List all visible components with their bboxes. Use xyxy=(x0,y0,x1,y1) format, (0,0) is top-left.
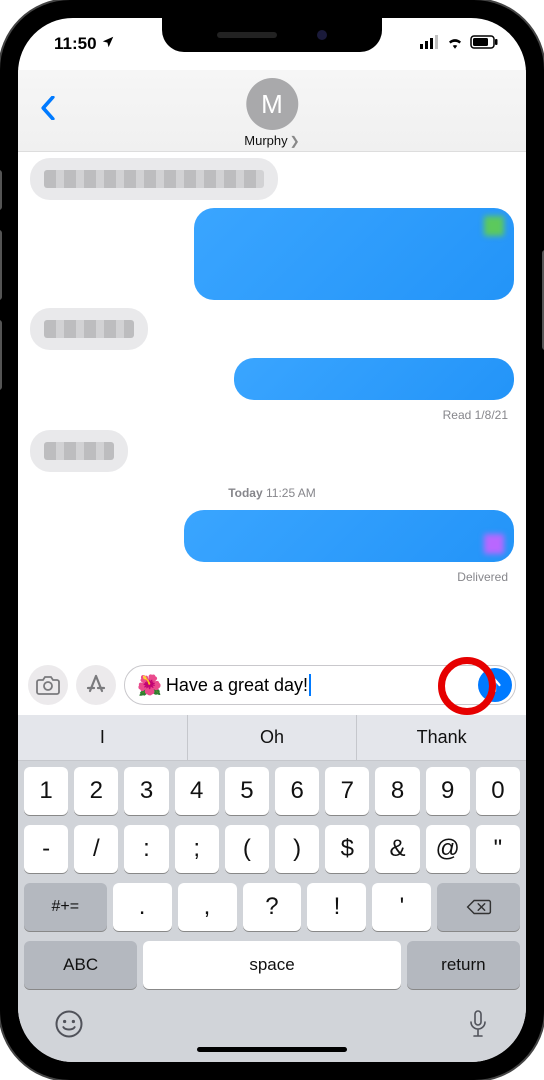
composer-emoji: 🌺 xyxy=(137,673,162,698)
key-8[interactable]: 8 xyxy=(375,767,419,815)
front-camera xyxy=(317,30,327,40)
app-store-icon xyxy=(84,673,108,697)
suggestion-2[interactable]: Oh xyxy=(188,715,358,760)
received-bubble[interactable] xyxy=(30,430,128,472)
volume-down-button xyxy=(0,320,2,390)
key-4[interactable]: 4 xyxy=(175,767,219,815)
key-dollar[interactable]: $ xyxy=(325,825,369,873)
key-rows: 1 2 3 4 5 6 7 8 9 0 - / : ; ( ) xyxy=(18,761,526,995)
clock: 11:50 xyxy=(54,34,97,54)
key-5[interactable]: 5 xyxy=(225,767,269,815)
key-quote[interactable]: " xyxy=(476,825,520,873)
message-input[interactable]: 🌺 Have a great day! xyxy=(124,665,516,705)
sent-bubble[interactable] xyxy=(234,358,514,400)
wifi-icon xyxy=(446,34,464,54)
key-abc[interactable]: ABC xyxy=(24,941,137,989)
key-2[interactable]: 2 xyxy=(74,767,118,815)
key-colon[interactable]: : xyxy=(124,825,168,873)
key-6[interactable]: 6 xyxy=(275,767,319,815)
key-return[interactable]: return xyxy=(407,941,520,989)
key-row-2: - / : ; ( ) $ & @ " xyxy=(24,825,520,873)
home-indicator[interactable] xyxy=(197,1047,347,1052)
suggestion-3[interactable]: Thank xyxy=(357,715,526,760)
volume-up-button xyxy=(0,230,2,300)
time-divider: Today 11:25 AM xyxy=(228,486,316,500)
key-amp[interactable]: & xyxy=(375,825,419,873)
send-button[interactable] xyxy=(478,668,512,702)
key-rparen[interactable]: ) xyxy=(275,825,319,873)
delivered-receipt: Delivered xyxy=(457,570,514,584)
key-semicolon[interactable]: ; xyxy=(175,825,219,873)
key-comma[interactable]: , xyxy=(178,883,237,931)
key-lparen[interactable]: ( xyxy=(225,825,269,873)
key-space[interactable]: space xyxy=(143,941,400,989)
notch xyxy=(162,18,382,52)
chevron-right-icon: ❯ xyxy=(290,134,300,148)
sent-bubble[interactable] xyxy=(184,510,514,562)
screen: 11:50 xyxy=(18,18,526,1062)
key-row-4: ABC space return xyxy=(24,941,520,989)
key-9[interactable]: 9 xyxy=(426,767,470,815)
keyboard: I Oh Thank 1 2 3 4 5 6 7 8 9 0 - xyxy=(18,715,526,1062)
speaker-grille xyxy=(217,32,277,38)
read-receipt: Read 1/8/21 xyxy=(443,408,514,422)
key-question[interactable]: ? xyxy=(243,883,302,931)
key-1[interactable]: 1 xyxy=(24,767,68,815)
arrow-up-icon xyxy=(486,676,504,694)
camera-button[interactable] xyxy=(28,665,68,705)
message-list[interactable]: Read 1/8/21 Today 11:25 AM Delivered xyxy=(18,152,526,657)
text-cursor xyxy=(309,674,311,696)
contact-name: Murphy xyxy=(244,133,287,148)
key-dash[interactable]: - xyxy=(24,825,68,873)
back-button[interactable] xyxy=(30,90,66,132)
divider-day: Today xyxy=(228,486,262,500)
key-0[interactable]: 0 xyxy=(476,767,520,815)
key-symbols[interactable]: #+= xyxy=(24,883,107,931)
nav-header: M Murphy ❯ xyxy=(18,70,526,152)
contact-header[interactable]: M Murphy ❯ xyxy=(244,78,299,148)
cellular-icon xyxy=(420,34,440,54)
sent-bubble[interactable] xyxy=(194,208,514,300)
key-row-3: #+= . , ? ! ' xyxy=(24,883,520,931)
camera-icon xyxy=(36,675,60,695)
status-right xyxy=(420,34,498,54)
received-bubble[interactable] xyxy=(30,158,278,200)
key-apostrophe[interactable]: ' xyxy=(372,883,431,931)
key-7[interactable]: 7 xyxy=(325,767,369,815)
key-exclaim[interactable]: ! xyxy=(307,883,366,931)
mute-switch xyxy=(0,170,2,210)
emoji-button[interactable] xyxy=(54,1009,84,1044)
key-delete[interactable] xyxy=(437,883,520,931)
suggestion-1[interactable]: I xyxy=(18,715,188,760)
delete-icon xyxy=(466,894,492,920)
avatar: M xyxy=(246,78,298,130)
keyboard-bottom-row xyxy=(18,995,526,1044)
suggestion-bar: I Oh Thank xyxy=(18,715,526,761)
composer-row: 🌺 Have a great day! xyxy=(18,657,526,715)
status-left: 11:50 xyxy=(54,34,115,54)
key-at[interactable]: @ xyxy=(426,825,470,873)
divider-time: 11:25 AM xyxy=(266,486,316,500)
avatar-initial: M xyxy=(261,89,283,120)
microphone-icon xyxy=(466,1009,490,1039)
contact-name-row: Murphy ❯ xyxy=(244,133,299,148)
location-icon xyxy=(101,34,115,54)
key-period[interactable]: . xyxy=(113,883,172,931)
apps-button[interactable] xyxy=(76,665,116,705)
key-slash[interactable]: / xyxy=(74,825,118,873)
key-row-1: 1 2 3 4 5 6 7 8 9 0 xyxy=(24,767,520,815)
dictation-button[interactable] xyxy=(466,1009,490,1044)
key-3[interactable]: 3 xyxy=(124,767,168,815)
phone-frame: 11:50 xyxy=(0,0,544,1080)
emoji-icon xyxy=(54,1009,84,1039)
received-bubble[interactable] xyxy=(30,308,148,350)
battery-icon xyxy=(470,34,498,54)
composer-text: Have a great day! xyxy=(166,675,308,696)
